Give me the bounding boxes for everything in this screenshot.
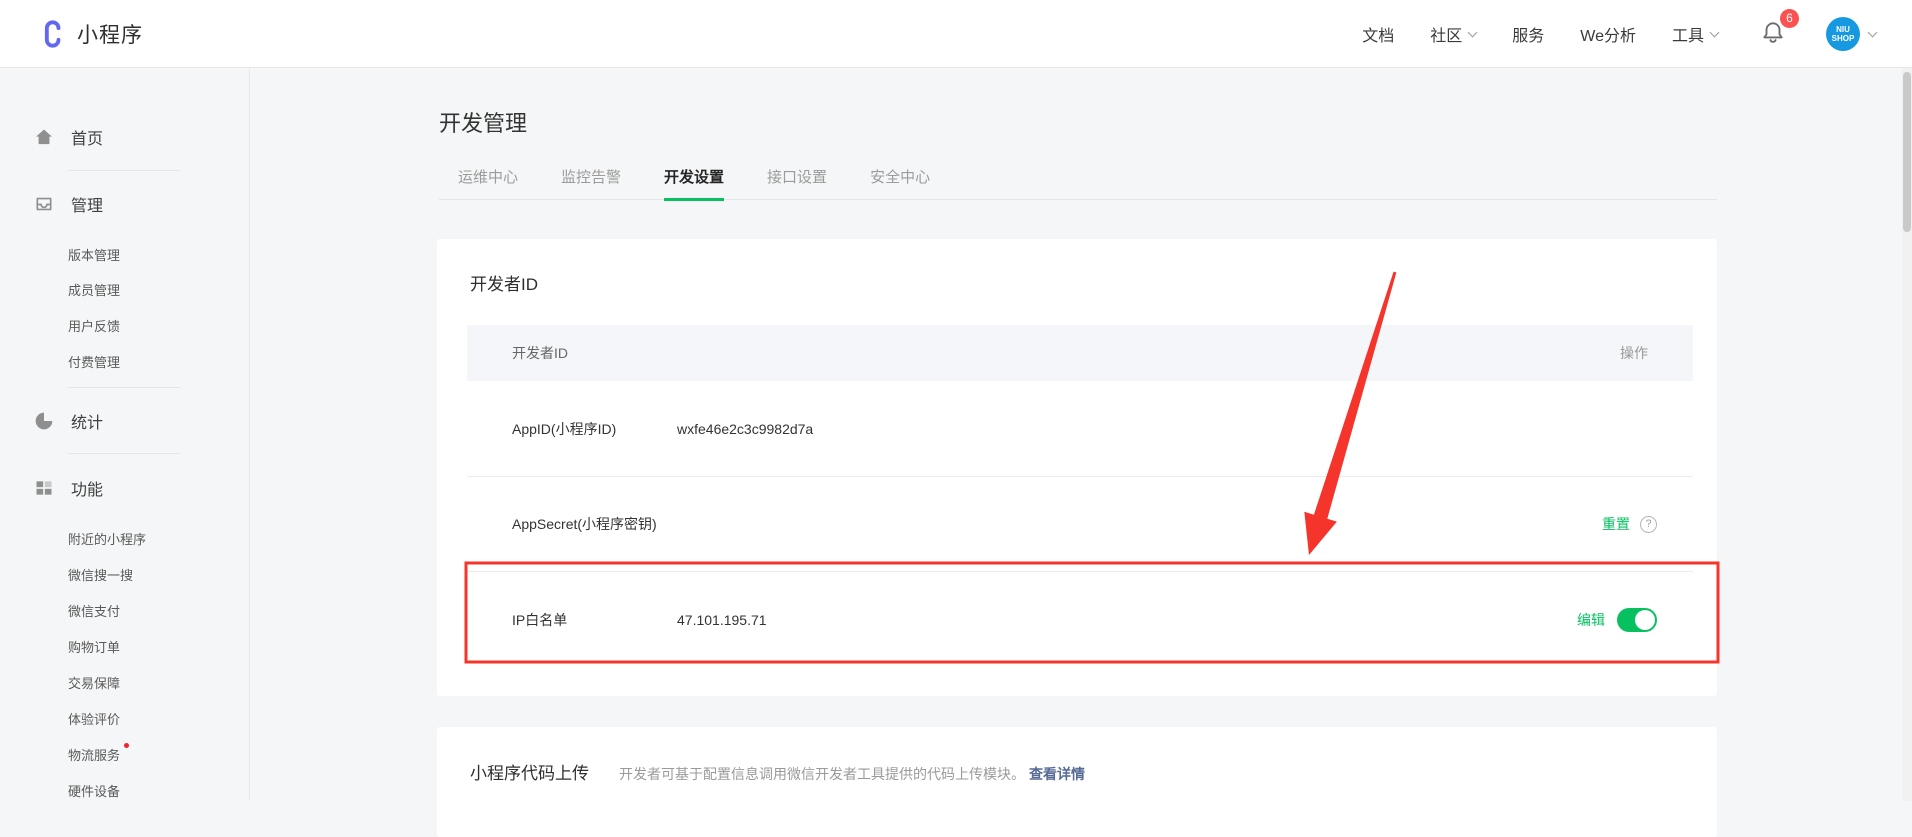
logo-text: 小程序 bbox=[77, 19, 143, 49]
appid-label: AppID(小程序ID) bbox=[512, 419, 677, 439]
account-menu[interactable]: Niu Shop bbox=[1826, 17, 1876, 51]
section-title-developer-id: 开发者ID bbox=[470, 270, 538, 295]
sidebar-item-experience-rating[interactable]: 体验评价 bbox=[68, 709, 120, 727]
nav-tools[interactable]: 工具 bbox=[1672, 22, 1718, 46]
page-title: 开发管理 bbox=[439, 106, 527, 138]
table-header-developer-id: 开发者ID bbox=[512, 343, 568, 363]
code-upload-card: 小程序代码上传 开发者可基于配置信息调用微信开发者工具提供的代码上传模块。 查看… bbox=[437, 727, 1717, 837]
edit-button[interactable]: 编辑 bbox=[1577, 610, 1605, 630]
developer-id-card: 开发者ID 开发者ID 操作 AppID(小程序ID) wxfe46e2c3c9… bbox=[437, 239, 1717, 696]
table-row-appid: AppID(小程序ID) wxfe46e2c3c9982d7a bbox=[467, 381, 1693, 477]
home-icon bbox=[34, 127, 54, 147]
view-details-link[interactable]: 查看详情 bbox=[1029, 764, 1085, 784]
sidebar-item-shopping-orders[interactable]: 购物订单 bbox=[68, 637, 120, 655]
scrollbar-track[interactable] bbox=[1902, 68, 1912, 801]
new-badge-dot bbox=[124, 743, 129, 748]
ip-whitelist-toggle[interactable] bbox=[1617, 608, 1657, 632]
grid-icon bbox=[34, 478, 54, 498]
notification-bell-button[interactable]: 6 bbox=[1760, 19, 1786, 50]
section-title-code-upload: 小程序代码上传 bbox=[470, 759, 589, 784]
table-row-ip-whitelist: IP白名单 47.101.195.71 编辑 bbox=[467, 572, 1693, 668]
app-logo[interactable]: 小程序 bbox=[36, 0, 143, 68]
sidebar-item-member-management[interactable]: 成员管理 bbox=[68, 280, 120, 298]
sidebar-item-user-feedback[interactable]: 用户反馈 bbox=[68, 316, 120, 334]
code-upload-description: 开发者可基于配置信息调用微信开发者工具提供的代码上传模块。 bbox=[619, 764, 1025, 784]
table-row-appsecret: AppSecret(小程序密钥) 重置 ? bbox=[467, 477, 1693, 572]
header-nav: 文档 社区 服务 We分析 工具 6 Niu Shop bbox=[1362, 0, 1876, 68]
sidebar-item-features[interactable]: 功能 bbox=[34, 477, 103, 499]
inbox-icon bbox=[34, 194, 54, 214]
tab-bar: 运维中心 监控告警 开发设置 接口设置 安全中心 bbox=[439, 162, 1717, 200]
nav-community[interactable]: 社区 bbox=[1430, 22, 1476, 46]
mini-program-logo-icon bbox=[36, 19, 66, 49]
pie-chart-icon bbox=[34, 411, 54, 431]
sidebar-item-nearby-miniprograms[interactable]: 附近的小程序 bbox=[68, 529, 146, 547]
sidebar: 首页 管理 版本管理 成员管理 用户反馈 付费管理 统计 功能 bbox=[0, 68, 250, 801]
nav-services[interactable]: 服务 bbox=[1512, 22, 1544, 46]
top-header: 小程序 文档 社区 服务 We分析 工具 6 Niu bbox=[0, 0, 1912, 68]
chevron-down-icon bbox=[1710, 27, 1720, 37]
chevron-down-icon bbox=[1468, 27, 1478, 37]
tab-dev-settings[interactable]: 开发设置 bbox=[664, 166, 724, 201]
ip-whitelist-value: 47.101.195.71 bbox=[677, 612, 767, 628]
nav-we-analytics[interactable]: We分析 bbox=[1580, 22, 1636, 46]
reset-button[interactable]: 重置 bbox=[1602, 514, 1630, 534]
sidebar-item-management[interactable]: 管理 bbox=[34, 193, 103, 215]
tab-ops-center[interactable]: 运维中心 bbox=[458, 166, 518, 201]
sidebar-item-transaction-guarantee[interactable]: 交易保障 bbox=[68, 673, 120, 691]
toggle-knob bbox=[1635, 610, 1655, 630]
sidebar-divider bbox=[68, 387, 180, 388]
tab-security-center[interactable]: 安全中心 bbox=[870, 166, 930, 201]
sidebar-divider bbox=[68, 170, 180, 171]
ip-whitelist-label: IP白名单 bbox=[512, 610, 677, 630]
sidebar-item-statistics[interactable]: 统计 bbox=[34, 410, 103, 432]
sidebar-item-wechat-pay[interactable]: 微信支付 bbox=[68, 601, 120, 619]
avatar: Niu Shop bbox=[1826, 17, 1860, 51]
tab-monitor-alerts[interactable]: 监控告警 bbox=[561, 166, 621, 201]
table-header-row: 开发者ID 操作 bbox=[467, 325, 1693, 381]
sidebar-item-wechat-search[interactable]: 微信搜一搜 bbox=[68, 565, 133, 583]
tab-api-settings[interactable]: 接口设置 bbox=[767, 166, 827, 201]
appsecret-label: AppSecret(小程序密钥) bbox=[512, 514, 677, 534]
notification-badge: 6 bbox=[1780, 9, 1799, 28]
scrollbar-thumb[interactable] bbox=[1903, 72, 1911, 232]
sidebar-item-hardware-devices[interactable]: 硬件设备 bbox=[68, 781, 120, 799]
table-header-actions: 操作 bbox=[1620, 343, 1648, 363]
sidebar-item-home[interactable]: 首页 bbox=[34, 126, 103, 148]
sidebar-divider bbox=[68, 453, 180, 454]
nav-docs[interactable]: 文档 bbox=[1362, 22, 1394, 46]
appid-value: wxfe46e2c3c9982d7a bbox=[677, 421, 813, 437]
chevron-down-icon bbox=[1868, 27, 1878, 37]
help-icon[interactable]: ? bbox=[1640, 516, 1657, 533]
sidebar-item-version-management[interactable]: 版本管理 bbox=[68, 245, 120, 263]
sidebar-item-logistics-service[interactable]: 物流服务 bbox=[68, 745, 129, 763]
sidebar-item-payment-management[interactable]: 付费管理 bbox=[68, 352, 120, 370]
